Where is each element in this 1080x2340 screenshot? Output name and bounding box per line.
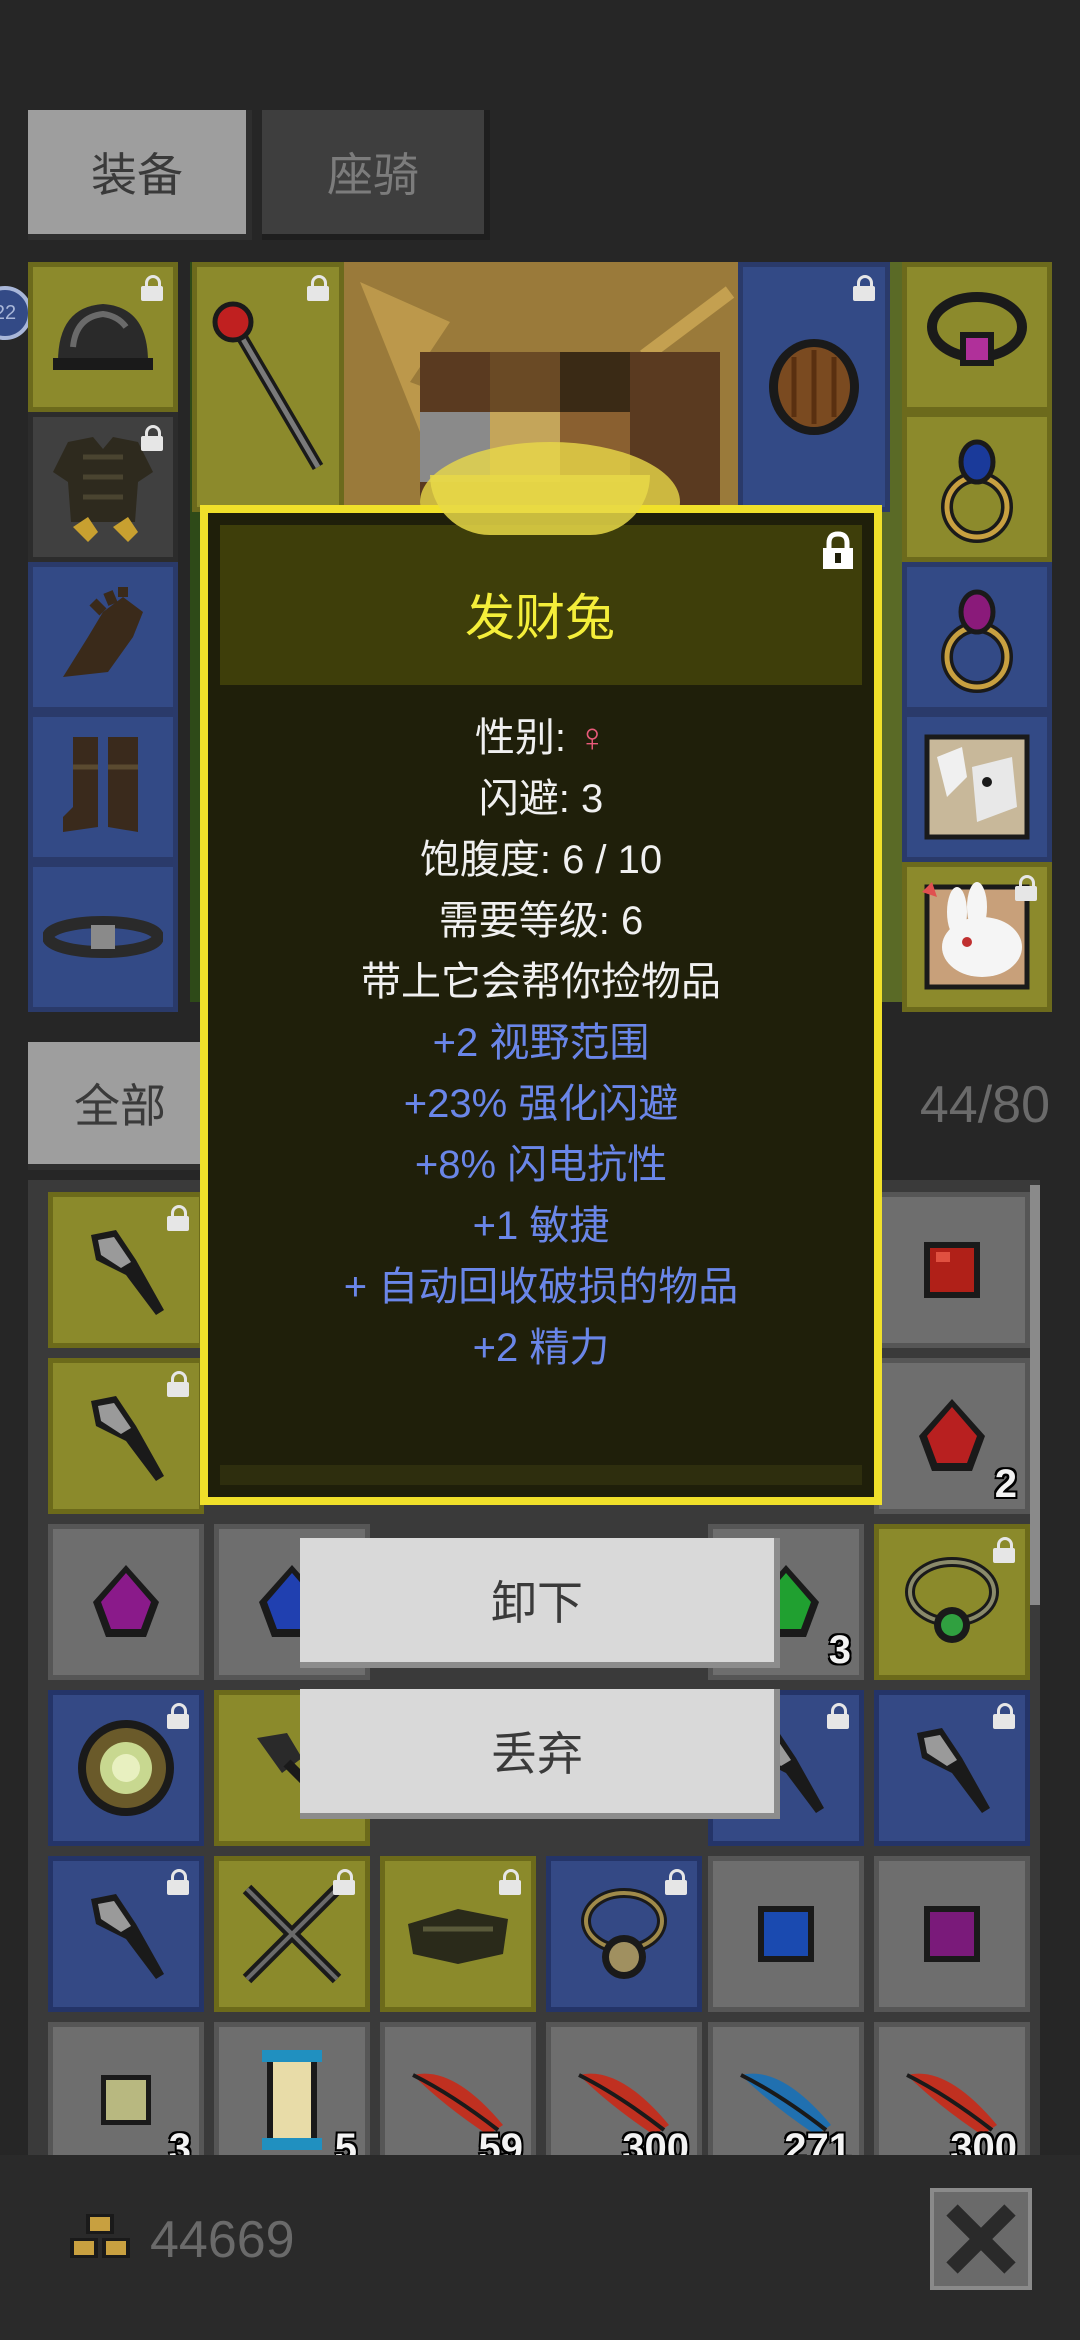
boots-icon [63, 737, 138, 832]
bonus-line: +23% 强化闪避 [403, 1082, 679, 1126]
dagger-icon [91, 1894, 164, 1979]
inventory-item[interactable] [874, 1690, 1030, 1846]
slot-ring-1[interactable] [902, 412, 1052, 562]
sapphire-icon [758, 1906, 814, 1962]
red-gem-icon [919, 1399, 985, 1471]
inventory-item[interactable] [48, 1524, 204, 1680]
shield-icon [769, 339, 859, 435]
gauntlet-icon [408, 1909, 508, 1964]
slot-belt[interactable] [28, 862, 178, 1012]
lock-icon [141, 425, 163, 451]
amulet-icon [927, 292, 1027, 366]
lock-icon [307, 275, 329, 301]
lock-icon [167, 1869, 189, 1895]
inventory-item[interactable] [214, 1856, 370, 2012]
gold-coins-icon [70, 2214, 130, 2258]
lock-icon [665, 1869, 687, 1895]
level-badge-text: 22 [0, 301, 17, 324]
gold-amount: 44669 [150, 2211, 295, 2269]
belt-icon [43, 916, 163, 958]
helmet-icon [53, 304, 153, 370]
inventory-item[interactable] [546, 1856, 702, 2012]
dagger-icon [917, 1728, 990, 1813]
inventory-item[interactable] [48, 1192, 204, 1348]
dagger-icon [91, 1396, 164, 1481]
bonus-line: +2 视野范围 [432, 1021, 650, 1065]
popup-glow [430, 475, 650, 535]
item-count: 2 [994, 1462, 1017, 1506]
close-button[interactable] [930, 2188, 1032, 2290]
lock-icon [853, 275, 875, 301]
dagger-icon [91, 1230, 164, 1315]
slot-weapon[interactable] [192, 262, 344, 512]
discard-label: 丢弃 [491, 1728, 583, 1780]
slot-armor[interactable] [28, 412, 178, 562]
purple-gem-icon [93, 1565, 159, 1637]
amethyst-icon [924, 1906, 980, 1962]
stat-required-level: 需要等级: 6 [438, 899, 644, 943]
slot-helmet[interactable] [28, 262, 178, 412]
inventory-item[interactable] [874, 1856, 1030, 2012]
slot-amulet[interactable] [902, 262, 1052, 412]
unequip-button[interactable]: 卸下 [300, 1538, 780, 1668]
slot-offhand[interactable] [738, 262, 890, 512]
inventory-item[interactable] [48, 1690, 204, 1846]
slot-pet[interactable] [902, 862, 1052, 1012]
bonus-line: + 自动回收破损的物品 [343, 1265, 739, 1309]
filter-all-label: 全部 [74, 1080, 166, 1132]
lock-icon [993, 1537, 1015, 1563]
lock-icon [1015, 875, 1037, 901]
scroll-icon [262, 2050, 322, 2150]
lock-icon [499, 1869, 521, 1895]
lock-icon [333, 1869, 355, 1895]
scepter-icon [212, 301, 324, 471]
tab-equipment-label: 装备 [91, 149, 183, 201]
bonus-line: +1 敏捷 [472, 1204, 610, 1248]
inventory-scrollbar[interactable] [1030, 1185, 1040, 1605]
inventory-item[interactable]: 2 [874, 1358, 1030, 1514]
slot-artifact[interactable] [902, 712, 1052, 862]
gender-label: 性别: [474, 716, 578, 760]
pet-description: 带上它会帮你捡物品 [361, 960, 721, 1004]
tab-equipment[interactable]: 装备 [28, 110, 252, 240]
lock-icon [993, 1703, 1015, 1729]
stat-satiety: 饱腹度: 6 / 10 [419, 838, 663, 882]
tab-mount[interactable]: 座骑 [262, 110, 490, 240]
ring-sapphire-icon [941, 439, 1013, 543]
pet-name: 发财兔 [465, 590, 615, 646]
inventory-item[interactable] [874, 1192, 1030, 1348]
lock-icon[interactable] [820, 531, 856, 571]
stat-gender: 性别: ♀ [200, 705, 882, 763]
filter-all-button[interactable]: 全部 [28, 1042, 218, 1170]
inventory-item[interactable] [708, 1856, 864, 2012]
item-count: 3 [828, 1628, 851, 1672]
close-icon [946, 2204, 1016, 2274]
lock-icon [141, 275, 163, 301]
tab-mount-label: 座骑 [327, 149, 419, 201]
female-icon: ♀ [577, 716, 608, 760]
inventory-item[interactable] [48, 1358, 204, 1514]
emerald-amulet-icon [905, 1557, 999, 1643]
slot-boots[interactable] [28, 712, 178, 862]
lock-icon [827, 1703, 849, 1729]
bonus-line: +2 精力 [472, 1326, 610, 1370]
ruby-icon [924, 1242, 980, 1298]
inventory-item[interactable] [874, 1524, 1030, 1680]
bronze-amulet-icon [581, 1888, 667, 1979]
bonus-line: +8% 闪电抗性 [414, 1143, 668, 1187]
stat-evasion: 闪避: 3 [478, 777, 604, 821]
beast-portrait-icon [924, 734, 1030, 840]
lock-icon [167, 1703, 189, 1729]
lock-icon [167, 1205, 189, 1231]
potion-icon [101, 2075, 151, 2125]
lock-icon [167, 1371, 189, 1397]
popup-footer-strip [220, 1465, 862, 1485]
discard-button[interactable]: 丢弃 [300, 1689, 780, 1819]
unequip-label: 卸下 [491, 1577, 583, 1629]
inventory-item[interactable] [48, 1856, 204, 2012]
inventory-item[interactable] [380, 1856, 536, 2012]
